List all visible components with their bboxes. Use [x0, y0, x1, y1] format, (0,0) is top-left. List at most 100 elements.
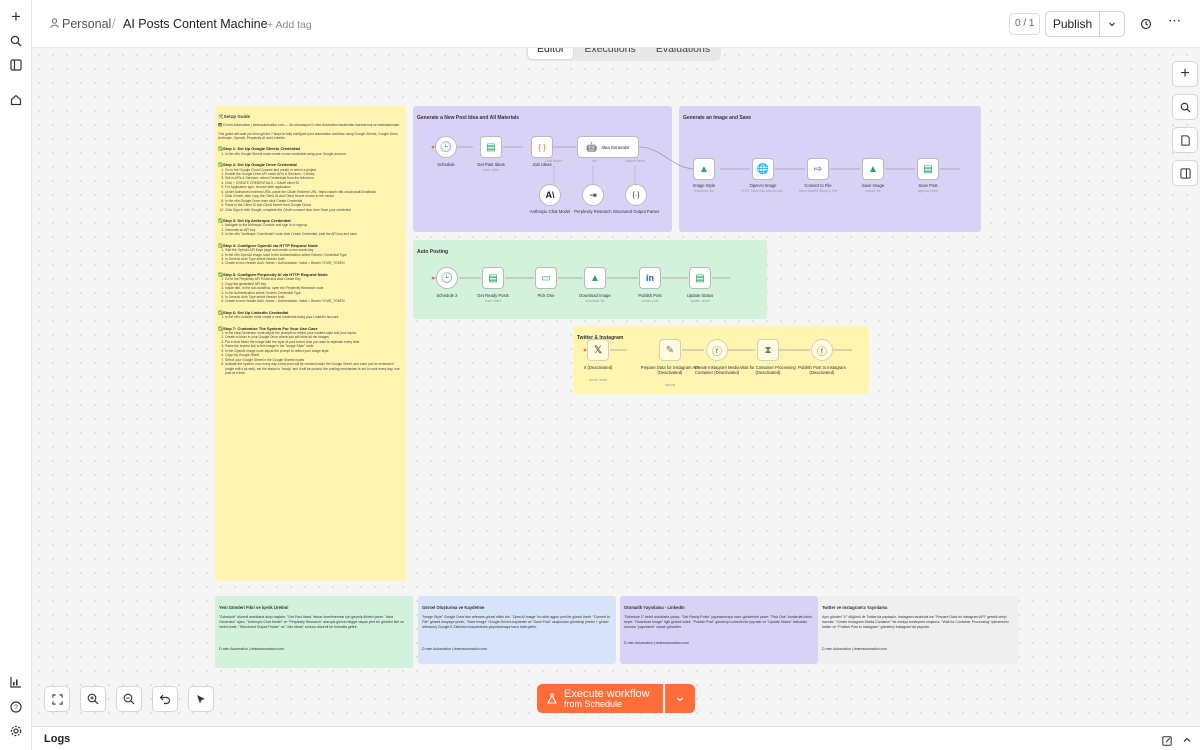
note-linkedin-title: Otomatik Yayınlama - LinkedIn — [624, 605, 685, 610]
node-prepare-ig[interactable]: ✎ — [659, 339, 681, 361]
logs-label: Logs — [44, 733, 71, 745]
add-node-button[interactable]: + — [1172, 61, 1198, 87]
tidy-up-button[interactable] — [188, 686, 214, 712]
help-icon[interactable]: ? — [6, 697, 26, 717]
settings-icon[interactable] — [6, 721, 26, 741]
fit-view-button[interactable] — [44, 686, 70, 712]
node-download-image-label: Download Image — [579, 293, 611, 298]
node-join-ideas[interactable]: { } — [531, 136, 553, 158]
globe-icon: 🌐 — [756, 163, 770, 175]
node-save-image-sub: upload: file — [865, 189, 881, 193]
node-perplexity[interactable]: ⇥ — [582, 184, 604, 206]
drive-icon: ▲ — [590, 272, 600, 284]
note-image-creation[interactable]: Görsel Oluşturma ve Kaydetme "Image Styl… — [418, 596, 616, 664]
limit-icon: ▭ — [541, 272, 551, 284]
chevron-down-icon[interactable] — [1100, 12, 1124, 36]
note-image-creation-footer: D-mim Automation | dmimautomation.com — [422, 647, 488, 651]
arrow-icon: ⇥ — [589, 189, 597, 200]
side-panel-button[interactable] — [1172, 160, 1198, 186]
node-x[interactable]: 𝕏 — [587, 339, 609, 361]
sheets-icon: ▤ — [488, 272, 498, 284]
node-convert-file[interactable]: ⇨ — [807, 158, 829, 180]
zoom-out-button[interactable] — [116, 686, 142, 712]
breadcrumb-separator: / — [112, 17, 116, 31]
note-content-generation[interactable]: Yeni Gönderi Fikri ve İçerik Üretimi "Sc… — [215, 596, 413, 668]
insights-icon[interactable] — [6, 672, 26, 692]
node-openai-image-sub: POST: https://api.openai.com... — [741, 189, 785, 193]
chevron-down-icon — [677, 697, 683, 701]
note-twitter-instagram[interactable]: Twitter ve Instagram'a Yayınlama Aynı gö… — [818, 596, 1018, 664]
note-linkedin[interactable]: Otomatik Yayınlama - LinkedIn "Schedule … — [620, 596, 818, 664]
panel-icon[interactable] — [6, 55, 26, 75]
pop-out-icon[interactable] — [1162, 733, 1172, 750]
svg-text:?: ? — [14, 705, 18, 712]
flask-icon — [547, 693, 557, 704]
node-save-post-label: Save Post — [918, 183, 938, 188]
node-image-style-label: Image Style — [692, 183, 716, 188]
node-get-ready-posts-label: Get Ready Posts — [477, 293, 509, 298]
note-content-generation-title: Yeni Gönderi Fikri ve İçerik Üretimi — [219, 605, 289, 610]
note-image-creation-title: Görsel Oluşturma ve Kaydetme — [422, 605, 485, 610]
node-publish-ig[interactable]: ⓕ — [811, 339, 833, 361]
note-content-generation-footer: D-mim Automation | dmimautomation.com — [219, 647, 285, 651]
node-anthropic[interactable]: A\ — [539, 184, 561, 206]
version-count[interactable]: 0 / 1 — [1009, 13, 1041, 35]
add-tag-button[interactable]: + Add tag — [267, 19, 312, 31]
x-icon: 𝕏 — [593, 344, 603, 356]
node-publish-post[interactable]: in — [639, 267, 661, 289]
note-linkedin-footer: D-mim Automation | dmimautomation.com — [624, 641, 690, 645]
node-idea-generator-label: Idea Generator — [601, 144, 630, 150]
node-save-image[interactable]: ▲ — [862, 158, 884, 180]
node-get-past-ideas[interactable]: ▤ — [480, 136, 502, 158]
sticky-note-button[interactable] — [1172, 127, 1198, 153]
workflow-name[interactable]: AI Posts Content Machine — [123, 17, 268, 31]
history-icon[interactable] — [1140, 17, 1152, 35]
execute-workflow-button[interactable]: Execute workflow from Schedule — [537, 684, 663, 713]
node-create-container[interactable]: ⓕ — [706, 339, 728, 361]
node-update-status[interactable]: ▤ — [689, 267, 711, 289]
node-publish-ig-label: Publish Post to Instagram (Deactivated) — [798, 365, 846, 376]
node-schedule[interactable]: 🕒 — [435, 136, 457, 158]
facebook-icon: ⓕ — [817, 346, 827, 358]
node-schedule2[interactable]: 🕒 — [436, 267, 458, 289]
node-wait-container[interactable]: ⧗ — [757, 339, 779, 361]
add-icon[interactable]: + — [6, 7, 26, 27]
drive-icon: ▲ — [699, 163, 709, 175]
node-parser-label: Structured Output Parser — [612, 209, 660, 214]
node-image-style-sub: download: file — [694, 189, 714, 193]
file-convert-icon: ⇨ — [813, 163, 823, 175]
breadcrumb-scope[interactable]: Personal — [62, 17, 111, 31]
node-save-post[interactable]: ▤ — [917, 158, 939, 180]
sheets-icon: ▤ — [486, 141, 496, 153]
linkedin-icon: in — [646, 273, 654, 283]
node-search-button[interactable] — [1172, 94, 1198, 120]
node-save-image-label: Save Image — [861, 183, 885, 188]
node-image-style[interactable]: ▲ — [693, 158, 715, 180]
node-parser[interactable]: {·} — [625, 184, 647, 206]
hourglass-icon: ⧗ — [764, 344, 772, 356]
clock-icon: 🕒 — [440, 272, 454, 284]
node-save-post-sub: append: sheet — [917, 189, 939, 193]
search-icon[interactable] — [6, 31, 26, 51]
expand-chevron-icon[interactable] — [1182, 732, 1192, 750]
zoom-in-button[interactable] — [80, 686, 106, 712]
node-get-ready-posts[interactable]: ▤ — [482, 267, 504, 289]
node-update-status-label: Update Status — [686, 293, 714, 298]
logs-bar[interactable]: Logs — [32, 726, 1200, 750]
code-icon: { } — [538, 142, 546, 152]
node-openai-image-label: OpenAI Image — [749, 183, 777, 188]
home-icon[interactable] — [6, 90, 26, 110]
node-idea-generator[interactable]: 🤖 Idea Generator — [577, 136, 639, 158]
workflow-canvas[interactable]: Editor Executions Evaluations 🛠️Setup Gu… — [32, 48, 1200, 726]
node-pick-one[interactable]: ▭ — [535, 267, 557, 289]
more-options-icon[interactable]: ⋯ — [1168, 13, 1182, 29]
node-openai-image[interactable]: 🌐 — [752, 158, 774, 180]
port-output-parser: Output Parser — [625, 159, 645, 163]
left-rail: + ? — [0, 0, 32, 750]
execute-dropdown-button[interactable] — [665, 684, 695, 713]
node-download-image[interactable]: ▲ — [584, 267, 606, 289]
publish-button[interactable]: Publish — [1046, 12, 1100, 36]
facebook-icon: ⓕ — [712, 346, 722, 358]
node-x-label: X (Deactivated) — [583, 365, 613, 370]
undo-button[interactable] — [152, 686, 178, 712]
